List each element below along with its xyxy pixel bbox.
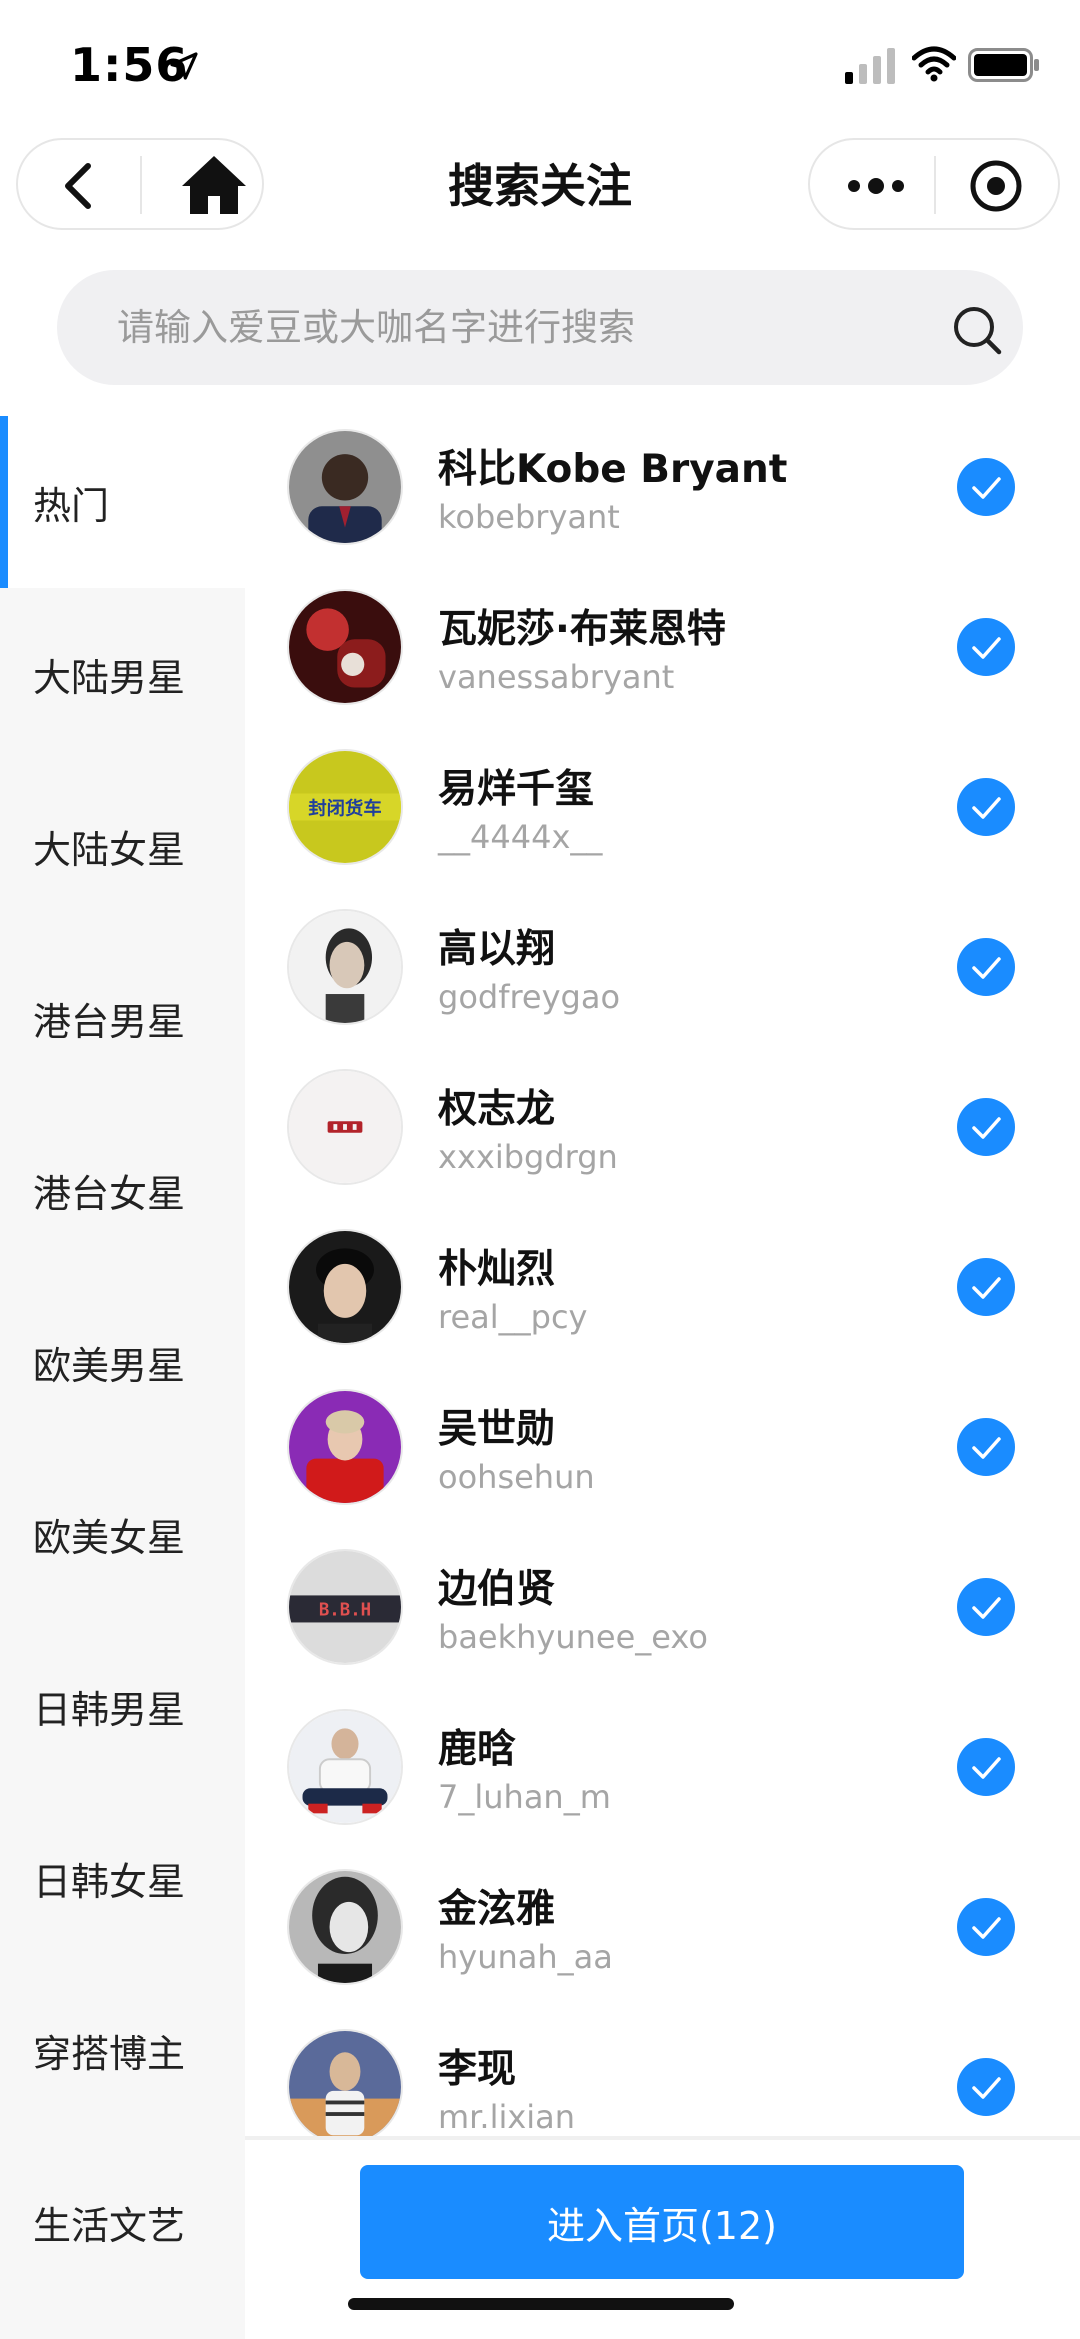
sidebar-item-western-male[interactable]: 欧美男星 [0,1276,245,1448]
location-arrow-icon [170,52,198,80]
checkmark-icon[interactable] [957,1418,1015,1476]
avatar-text: B.B.H [319,1601,371,1621]
sidebar-item-lifestyle[interactable]: 生活文艺 [0,2136,245,2308]
sidebar-item-label: 日韩男星 [33,1687,186,1732]
avatar: B.B.H [287,1549,403,1665]
sidebar-item-jpkr-female[interactable]: 日韩女星 [0,1792,245,1964]
celebrity-name: 鹿晗 [438,1727,517,1772]
list-item[interactable]: 鹿晗 7_luhan_m [245,1696,1080,1856]
celebrity-handle: vanessabryant [438,658,675,696]
list-item[interactable]: 权志龙 xxxibgdrgn [245,1056,1080,1216]
avatar [287,1869,403,1985]
checkmark-icon[interactable] [957,1578,1015,1636]
cellular-signal-icon [845,48,895,84]
search-input[interactable] [117,270,897,385]
celebrity-handle: __4444x__ [438,818,603,856]
wifi-icon [912,46,956,82]
checkmark-icon[interactable] [957,1898,1015,1956]
celebrity-name: 李现 [438,2047,517,2092]
checkmark-icon[interactable] [957,2058,1015,2116]
list-item[interactable]: 封闭货车 易烊千玺 __4444x__ [245,736,1080,896]
sidebar-item-mainland-female[interactable]: 大陆女星 [0,760,245,932]
celebrity-handle: hyunah_aa [438,1938,613,1976]
avatar: 封闭货车 [287,749,403,865]
celebrity-handle: real__pcy [438,1298,588,1336]
bottom-divider [245,2136,1080,2140]
sidebar-item-fashion-blogger[interactable]: 穿搭博主 [0,1964,245,2136]
celebrity-handle: xxxibgdrgn [438,1138,618,1176]
checkmark-icon[interactable] [957,1098,1015,1156]
sidebar-item-hktw-female[interactable]: 港台女星 [0,1104,245,1276]
avatar [287,2029,403,2136]
checkmark-icon[interactable] [957,1258,1015,1316]
celebrity-name: 边伯贤 [438,1567,556,1612]
avatar [287,1229,403,1345]
checkmark-icon[interactable] [957,618,1015,676]
list-item[interactable]: 瓦妮莎·布莱恩特 vanessabryant [245,576,1080,736]
list-item[interactable]: 高以翔 godfreygao [245,896,1080,1056]
celebrity-list: 科比Kobe Bryant kobebryant 瓦妮莎·布莱恩特 vaness… [245,416,1080,2136]
search-bar [57,270,1023,385]
celebrity-handle: baekhyunee_exo [438,1618,708,1656]
sidebar-item-label: 生活文艺 [33,2203,186,2248]
sidebar-item-label: 欧美女星 [33,1515,186,1560]
celebrity-name: 金泫雅 [438,1887,556,1932]
checkmark-icon[interactable] [957,1738,1015,1796]
sidebar-item-label: 大陆男星 [33,655,186,700]
celebrity-name: 权志龙 [438,1087,556,1132]
celebrity-name: 科比Kobe Bryant [438,447,788,492]
nav-capsule-right [808,138,1060,230]
sidebar-item-label: 大陆女星 [33,827,186,872]
sidebar-item-label: 欧美男星 [33,1343,186,1388]
list-item[interactable]: 朴灿烈 real__pcy [245,1216,1080,1376]
sidebar-item-western-female[interactable]: 欧美女星 [0,1448,245,1620]
celebrity-name: 高以翔 [438,927,556,972]
celebrity-name: 朴灿烈 [438,1247,556,1292]
sidebar-item-jpkr-male[interactable]: 日韩男星 [0,1620,245,1792]
sidebar-item-label: 港台男星 [33,999,186,1044]
avatar [287,1389,403,1505]
celebrity-handle: kobebryant [438,498,620,536]
battery-icon [968,48,1039,82]
sidebar-item-hot[interactable]: 热门 [0,416,245,588]
avatar [287,1709,403,1825]
avatar-text: 封闭货车 [308,798,381,820]
enter-home-button[interactable]: 进入首页(12) [360,2165,964,2279]
checkmark-icon[interactable] [957,778,1015,836]
sidebar-item-mainland-male[interactable]: 大陆男星 [0,588,245,760]
status-bar: 1:56 [0,0,1080,130]
list-item[interactable]: 李现 mr.lixian [245,2016,1080,2136]
celebrity-handle: 7_luhan_m [438,1778,611,1816]
close-miniprogram-icon[interactable] [968,158,1024,214]
avatar [287,909,403,1025]
search-icon[interactable] [949,302,1005,358]
list-item[interactable]: B.B.H 边伯贤 baekhyunee_exo [245,1536,1080,1696]
avatar [287,589,403,705]
page: 1:56 搜索关注 请输入爱豆或大咖名字进行搜索 热门 大陆男星 大陆女星 港台… [0,0,1080,2339]
celebrity-handle: mr.lixian [438,2098,576,2136]
list-item[interactable]: 科比Kobe Bryant kobebryant [245,416,1080,576]
category-sidebar: 热门 大陆男星 大陆女星 港台男星 港台女星 欧美男星 欧美女星 日韩男星 日韩… [0,416,245,2339]
sidebar-item-label: 日韩女星 [33,1859,186,1904]
list-item[interactable]: 吴世勋 oohsehun [245,1376,1080,1536]
celebrity-name: 易烊千玺 [438,767,595,812]
capsule-divider [934,156,936,214]
sidebar-item-label: 港台女星 [33,1171,186,1216]
home-indicator [348,2298,734,2310]
list-item[interactable]: 金泫雅 hyunah_aa [245,1856,1080,2016]
more-icon[interactable] [846,168,906,204]
checkmark-icon[interactable] [957,458,1015,516]
sidebar-item-label: 热门 [33,483,110,528]
celebrity-name: 瓦妮莎·布莱恩特 [438,607,726,652]
celebrity-handle: oohsehun [438,1458,595,1496]
sidebar-item-hktw-male[interactable]: 港台男星 [0,932,245,1104]
checkmark-icon[interactable] [957,938,1015,996]
celebrity-handle: godfreygao [438,978,621,1016]
avatar [287,1069,403,1185]
avatar [287,429,403,545]
celebrity-name: 吴世勋 [438,1407,556,1452]
sidebar-item-label: 穿搭博主 [33,2031,186,2076]
